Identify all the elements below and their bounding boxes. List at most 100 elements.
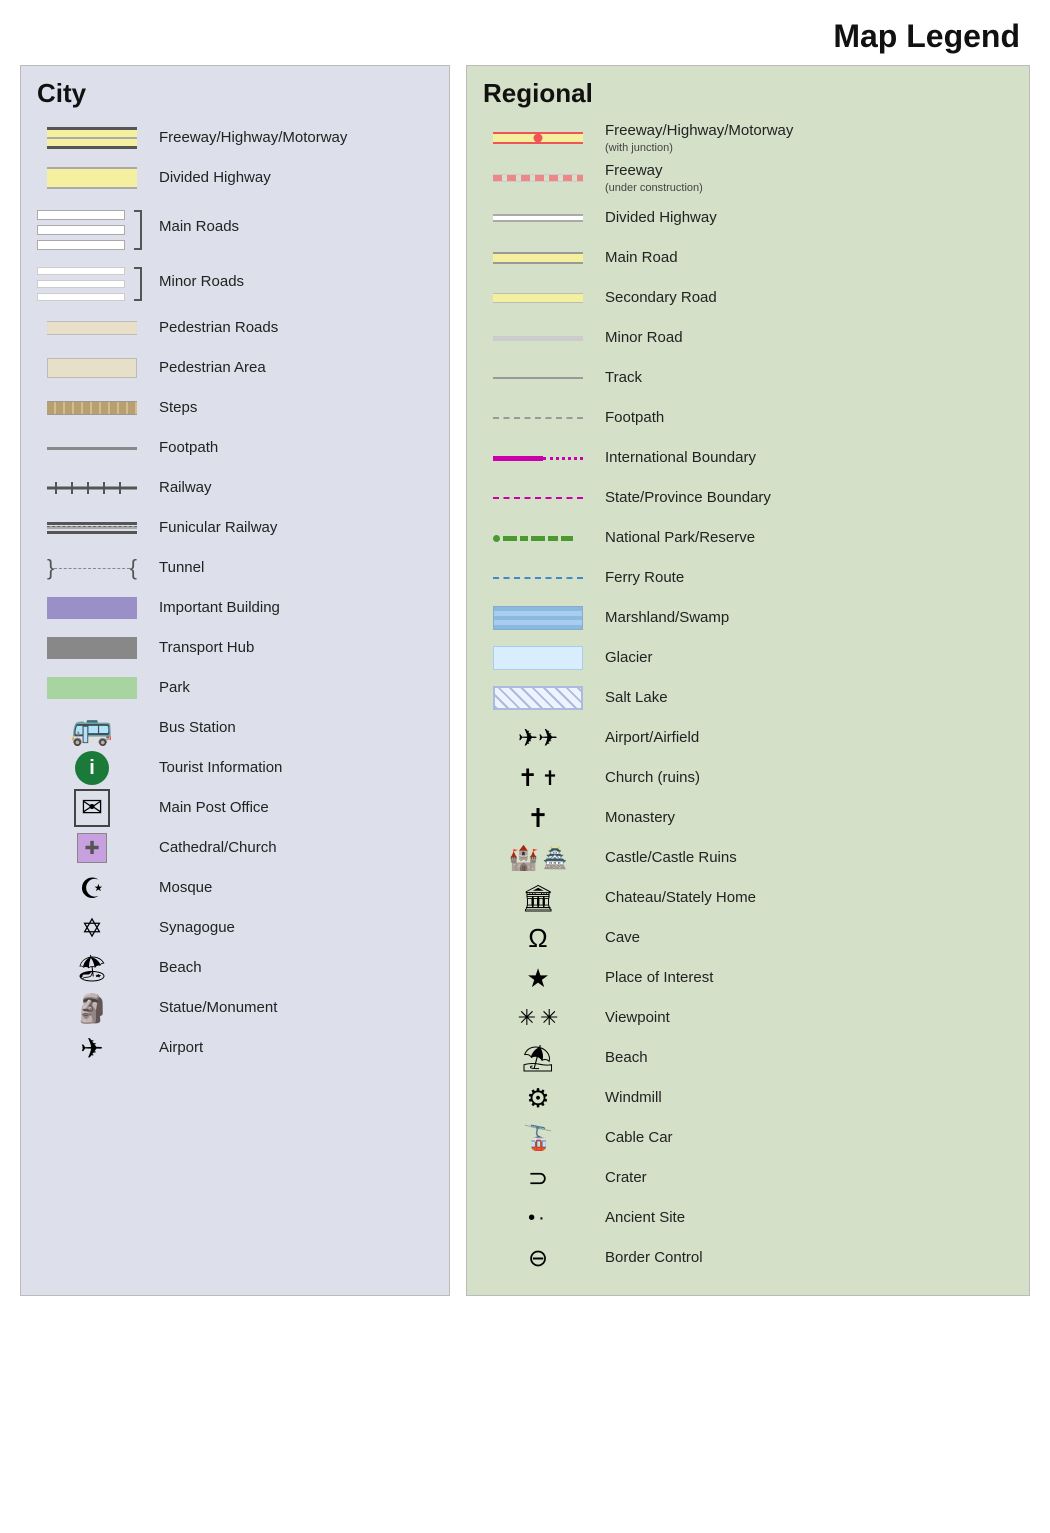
reg-ancient-label: Ancient Site <box>593 1208 685 1228</box>
castle-ruins-icon: 🏯 <box>542 846 567 871</box>
list-item: 🏛 Chateau/Stately Home <box>483 879 1013 917</box>
list-item: ⛱ Beach <box>483 1039 1013 1077</box>
reg-chateau-label: Chateau/Stately Home <box>593 888 756 908</box>
reg-cablecar-label: Cable Car <box>593 1128 673 1148</box>
list-item: Park <box>37 669 433 707</box>
railway-label: Railway <box>147 478 212 498</box>
list-item: Ferry Route <box>483 559 1013 597</box>
list-item: 🏖 Beach <box>37 949 433 987</box>
chateau-icon: 🏛 <box>521 883 554 914</box>
list-item: ✚ Cathedral/Church <box>37 829 433 867</box>
beach-city-symbol: 🏖 <box>37 953 147 984</box>
footpath-symbol <box>37 447 147 450</box>
synagogue-symbol: ✡ <box>37 913 147 944</box>
reg-airport-label: Airport/Airfield <box>593 728 699 748</box>
reg-ancient-symbol: •· <box>483 1207 593 1230</box>
divided-hwy-symbol <box>37 167 147 189</box>
reg-crater-symbol: ⊃ <box>483 1164 593 1193</box>
monastery-icon: ✝ <box>527 803 549 834</box>
beach-city-label: Beach <box>147 958 202 978</box>
list-item: Steps <box>37 389 433 427</box>
park-label: Park <box>147 678 190 698</box>
post-office-label: Main Post Office <box>147 798 269 818</box>
list-item: ⊖ Border Control <box>483 1239 1013 1277</box>
statue-label: Statue/Monument <box>147 998 277 1018</box>
cross-outline-icon: ✝ <box>542 766 559 791</box>
mosque-label: Mosque <box>147 878 212 898</box>
list-item: Secondary Road <box>483 279 1013 317</box>
park-symbol <box>37 677 147 699</box>
airport-icon: ✈ <box>80 1032 103 1065</box>
regional-column: Regional Freeway/Highway/Motorway (with … <box>466 65 1030 1296</box>
list-item: International Boundary <box>483 439 1013 477</box>
viewpoint-icon: ✳ <box>518 1005 536 1031</box>
list-item: Transport Hub <box>37 629 433 667</box>
freeway-symbol <box>37 127 147 149</box>
list-item: Ω Cave <box>483 919 1013 957</box>
steps-label: Steps <box>147 398 197 418</box>
reg-castle-symbol: 🏰 🏯 <box>483 844 593 873</box>
list-item: State/Province Boundary <box>483 479 1013 517</box>
reg-cablecar-symbol: 🚡 <box>483 1124 593 1153</box>
list-item: Main Road <box>483 239 1013 277</box>
reg-airport-symbol: ✈✈ <box>483 724 593 753</box>
reg-freeway-construction-symbol <box>483 174 593 182</box>
list-item: Divided Highway <box>37 159 433 197</box>
reg-ferry-label: Ferry Route <box>593 568 684 588</box>
reg-track-symbol <box>483 377 593 380</box>
reg-main-road-label: Main Road <box>593 248 678 268</box>
info-icon: i <box>75 751 109 785</box>
railway-symbol <box>37 482 147 494</box>
funicular-label: Funicular Railway <box>147 518 277 538</box>
pedestrian-roads-symbol <box>37 321 147 335</box>
reg-interest-label: Place of Interest <box>593 968 713 988</box>
cave-icon: Ω <box>528 923 547 954</box>
list-item: ✳ ✳ Viewpoint <box>483 999 1013 1037</box>
reg-freeway-label: Freeway/Highway/Motorway (with junction) <box>593 121 793 155</box>
steps-symbol <box>37 401 147 415</box>
reg-state-boundary-symbol <box>483 497 593 499</box>
reg-freeway-construction-label: Freeway (under construction) <box>593 161 703 195</box>
list-item: Footpath <box>37 429 433 467</box>
list-item: } { Tunnel <box>37 549 433 587</box>
minor-roads-symbol <box>37 263 147 301</box>
reg-natpark-label: National Park/Reserve <box>593 528 755 548</box>
reg-border-label: Border Control <box>593 1248 703 1268</box>
reg-windmill-label: Windmill <box>593 1088 662 1108</box>
main-roads-label: Main Roads <box>147 217 239 237</box>
list-item: Freeway (under construction) <box>483 159 1013 197</box>
reg-freeway-symbol <box>483 132 593 144</box>
tunnel-label: Tunnel <box>147 558 204 578</box>
cablecar-icon: 🚡 <box>523 1124 553 1153</box>
bus-icon: 🚌 <box>71 711 113 745</box>
reg-state-boundary-label: State/Province Boundary <box>593 488 771 508</box>
reg-footpath-label: Footpath <box>593 408 664 428</box>
beach-icon: 🏖 <box>75 953 108 984</box>
star-icon: ★ <box>526 963 549 994</box>
reg-church-symbol: ✝ ✝ <box>483 764 593 793</box>
reg-secondary-symbol <box>483 293 593 303</box>
important-building-symbol <box>37 597 147 619</box>
list-item: ⚙ Windmill <box>483 1079 1013 1117</box>
reg-saltlake-label: Salt Lake <box>593 688 668 708</box>
reg-track-label: Track <box>593 368 642 388</box>
list-item: 🚌 Bus Station <box>37 709 433 747</box>
airport-city-label: Airport <box>147 1038 203 1058</box>
ancient-icon: •· <box>528 1207 548 1230</box>
footpath-label: Footpath <box>147 438 218 458</box>
reg-church-label: Church (ruins) <box>593 768 700 788</box>
list-item: Pedestrian Area <box>37 349 433 387</box>
list-item: Minor Roads <box>37 257 433 307</box>
reg-viewpoint-label: Viewpoint <box>593 1008 670 1028</box>
reg-main-road-symbol <box>483 252 593 264</box>
city-heading: City <box>37 78 433 109</box>
bus-station-symbol: 🚌 <box>37 711 147 745</box>
reg-minor-road-symbol <box>483 336 593 341</box>
crater-icon: ⊃ <box>528 1164 548 1193</box>
cathedral-symbol: ✚ <box>37 833 147 863</box>
list-item: •· Ancient Site <box>483 1199 1013 1237</box>
reg-footpath-symbol <box>483 417 593 419</box>
main-roads-symbol <box>37 204 147 250</box>
reg-cave-symbol: Ω <box>483 923 593 954</box>
funicular-symbol <box>37 521 147 535</box>
